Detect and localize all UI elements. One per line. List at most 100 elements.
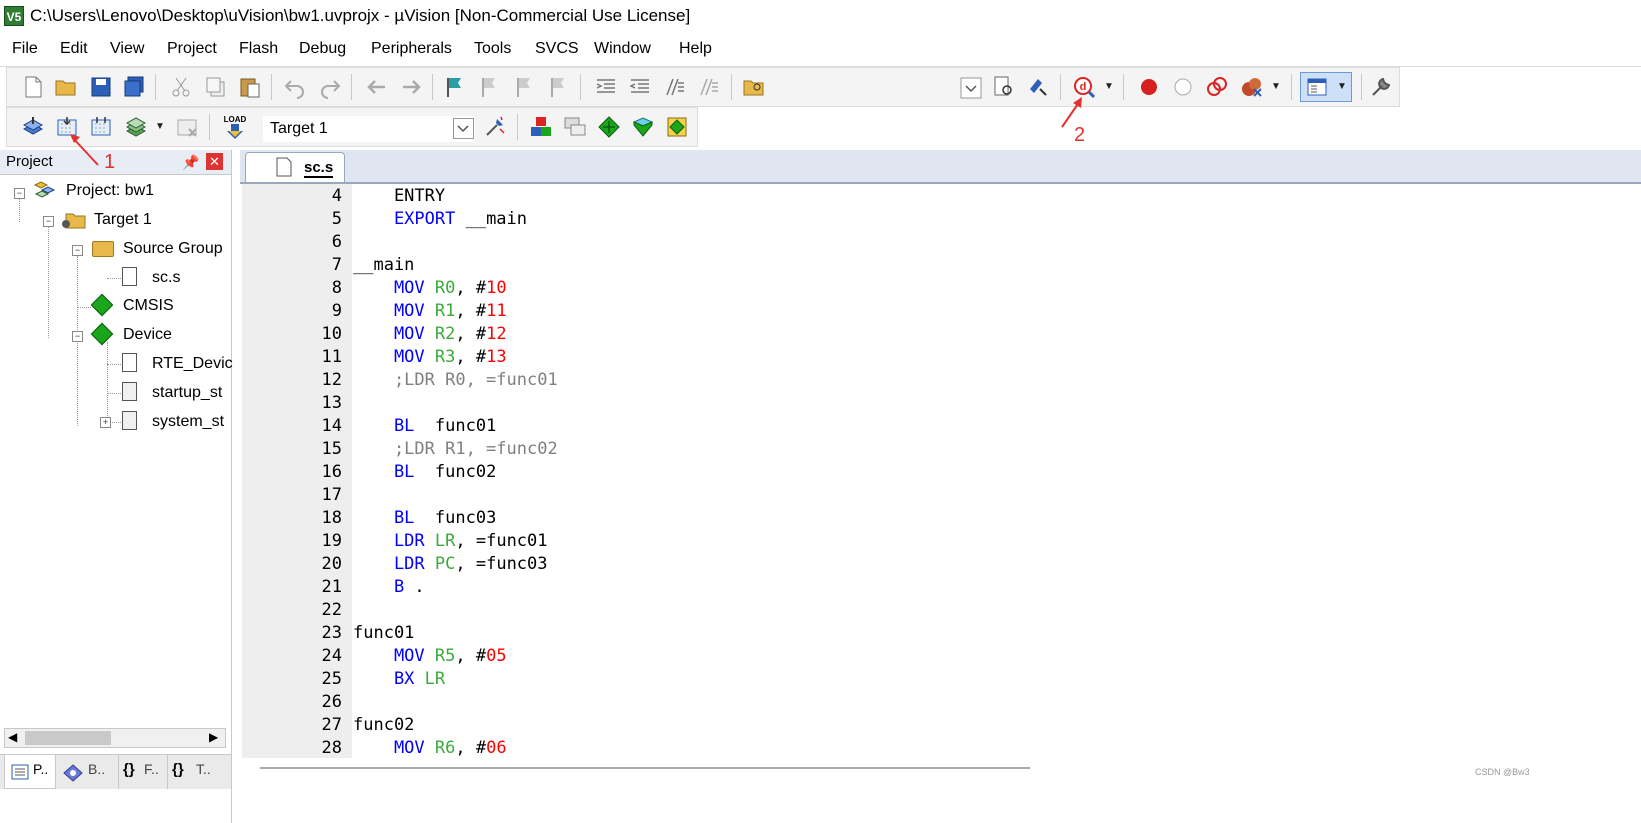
code-line[interactable]: BX LR: [353, 669, 445, 689]
tree-file-system[interactable]: system_st: [152, 413, 224, 431]
bookmark-toggle-icon[interactable]: [443, 75, 467, 99]
target-select[interactable]: Target 1: [263, 116, 475, 142]
tab-sc-s[interactable]: sc.s: [245, 152, 345, 182]
unindent-icon[interactable]: [628, 75, 652, 99]
window-layout-button[interactable]: ▼: [1300, 72, 1352, 102]
menu-edit[interactable]: Edit: [60, 40, 88, 58]
code-line[interactable]: BL func01: [353, 416, 496, 436]
target-collapse-toggle[interactable]: −: [43, 216, 54, 227]
redo-icon[interactable]: [318, 75, 342, 99]
indent-icon[interactable]: [594, 75, 618, 99]
file-extensions-icon[interactable]: [529, 115, 553, 139]
tree-source-group[interactable]: Source Group: [123, 240, 223, 258]
tree-project[interactable]: Project: bw1: [66, 182, 154, 200]
manage-multi-project-icon[interactable]: [563, 115, 587, 139]
menu-debug[interactable]: Debug: [299, 40, 346, 58]
code-line[interactable]: ENTRY: [353, 186, 445, 206]
editor-horizontal-scrollbar[interactable]: [260, 764, 1630, 772]
target-options-icon[interactable]: [483, 115, 507, 139]
bookmark-previous-icon[interactable]: [477, 75, 501, 99]
menu-peripherals[interactable]: Peripherals: [371, 40, 452, 58]
code-editor[interactable]: ENTRY EXPORT __main __main MOV R0, #10 MO…: [240, 184, 1641, 758]
scroll-left-arrow-icon[interactable]: ◀: [8, 730, 17, 744]
tree-file-sc-s[interactable]: sc.s: [152, 269, 180, 287]
menu-project[interactable]: Project: [167, 40, 217, 58]
disable-all-breakpoints-icon[interactable]: [1205, 75, 1229, 99]
code-line[interactable]: func01: [353, 623, 414, 643]
cut-icon[interactable]: [169, 75, 193, 99]
code-line[interactable]: BL func02: [353, 462, 496, 482]
insert-breakpoint-icon[interactable]: [1137, 75, 1161, 99]
code-line[interactable]: B .: [353, 577, 425, 597]
tab-project[interactable]: P..: [4, 755, 56, 789]
paste-icon[interactable]: [238, 75, 262, 99]
menu-flash[interactable]: Flash: [239, 40, 278, 58]
uncomment-selection-icon[interactable]: [697, 75, 721, 99]
code-line[interactable]: MOV R6, #06: [353, 738, 507, 758]
menu-file[interactable]: File: [12, 40, 38, 58]
menu-view[interactable]: View: [110, 40, 144, 58]
incremental-find-icon[interactable]: [992, 75, 1016, 99]
code-line[interactable]: LDR LR, =func01: [353, 531, 548, 551]
project-horizontal-scrollbar[interactable]: ◀ ▶: [4, 728, 226, 748]
copy-icon[interactable]: [204, 75, 228, 99]
device-collapse-toggle[interactable]: −: [72, 331, 83, 342]
menu-svcs[interactable]: SVCS: [535, 40, 579, 58]
tab-functions[interactable]: {} F..: [118, 755, 167, 789]
menu-help[interactable]: Help: [679, 40, 712, 58]
configure-wrench-icon[interactable]: [1369, 75, 1393, 99]
save-all-icon[interactable]: [122, 75, 146, 99]
code-line[interactable]: func02: [353, 715, 414, 735]
select-software-packs-icon[interactable]: [631, 115, 655, 139]
navigate-back-icon[interactable]: [365, 75, 389, 99]
batch-build-dropdown-arrow-icon[interactable]: ▼: [155, 121, 165, 132]
new-file-icon[interactable]: [21, 75, 45, 99]
find-dropdown-icon[interactable]: [960, 77, 982, 99]
tree-device[interactable]: Device: [123, 326, 172, 344]
comment-selection-icon[interactable]: [663, 75, 687, 99]
menu-tools[interactable]: Tools: [474, 40, 511, 58]
code-line[interactable]: ;LDR R0, =func01: [353, 370, 558, 390]
system-file-expand-toggle[interactable]: +: [100, 417, 111, 428]
save-icon[interactable]: [89, 75, 113, 99]
source-group-collapse-toggle[interactable]: −: [72, 245, 83, 256]
tab-books[interactable]: B..: [58, 755, 116, 789]
undo-icon[interactable]: [283, 75, 307, 99]
tree-cmsis[interactable]: CMSIS: [123, 297, 174, 315]
breakpoint-dropdown-arrow-icon[interactable]: ▼: [1271, 81, 1281, 92]
code-line[interactable]: EXPORT __main: [353, 209, 527, 229]
editor-scrollbar-thumb[interactable]: [260, 767, 1030, 769]
navigate-forward-icon[interactable]: [399, 75, 423, 99]
tree-target[interactable]: Target 1: [94, 211, 152, 229]
code-line[interactable]: MOV R1, #11: [353, 301, 507, 321]
stop-build-icon[interactable]: [175, 115, 199, 139]
manage-rte-icon[interactable]: [597, 115, 621, 139]
code-line[interactable]: __main: [353, 255, 414, 275]
bookmark-clear-icon[interactable]: [546, 75, 570, 99]
batch-build-icon[interactable]: [124, 115, 148, 139]
scroll-right-arrow-icon[interactable]: ▶: [209, 730, 218, 744]
code-line[interactable]: ;LDR R1, =func02: [353, 439, 558, 459]
pin-icon[interactable]: 📌: [182, 154, 199, 171]
tab-templates[interactable]: {} T..: [167, 755, 228, 789]
tree-file-rte-device[interactable]: RTE_Devic: [152, 355, 233, 373]
translate-icon[interactable]: [21, 115, 45, 139]
code-line[interactable]: MOV R3, #13: [353, 347, 507, 367]
scrollbar-thumb[interactable]: [25, 731, 111, 745]
enable-breakpoint-icon[interactable]: [1171, 75, 1195, 99]
code-line[interactable]: MOV R2, #12: [353, 324, 507, 344]
bookmark-next-icon[interactable]: [512, 75, 536, 99]
kill-all-breakpoints-icon[interactable]: [1240, 75, 1264, 99]
menu-window[interactable]: Window: [594, 40, 651, 58]
code-line[interactable]: LDR PC, =func03: [353, 554, 548, 574]
close-icon[interactable]: ✕: [206, 153, 223, 170]
find-in-files-icon[interactable]: [742, 75, 766, 99]
code-line[interactable]: BL func03: [353, 508, 496, 528]
project-collapse-toggle[interactable]: −: [14, 188, 25, 199]
download-load-icon[interactable]: LOAD: [222, 113, 248, 141]
debug-dropdown-arrow-icon[interactable]: ▼: [1104, 81, 1114, 92]
open-folder-icon[interactable]: [54, 75, 78, 99]
code-line[interactable]: MOV R5, #05: [353, 646, 507, 666]
browse-symbols-icon[interactable]: [1026, 75, 1050, 99]
code-line[interactable]: MOV R0, #10: [353, 278, 507, 298]
